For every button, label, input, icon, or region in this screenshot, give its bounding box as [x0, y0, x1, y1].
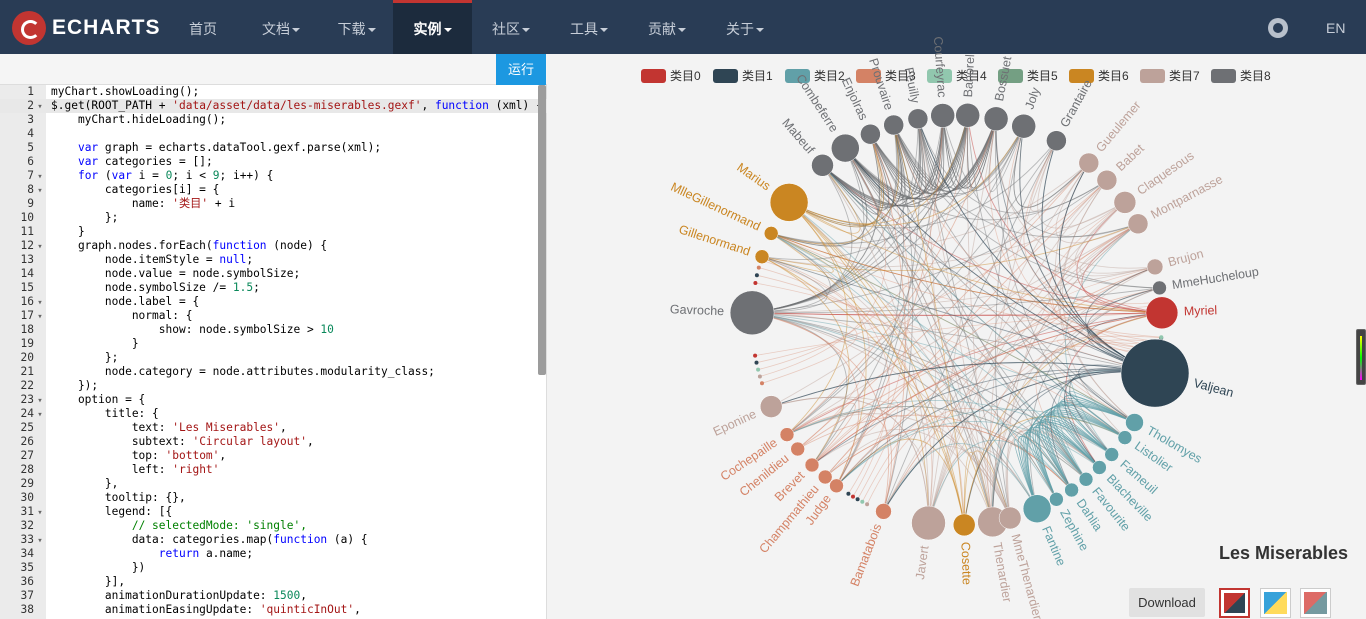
graph-node[interactable] [1113, 191, 1137, 214]
theme-light-swatch[interactable] [1260, 588, 1291, 618]
theme-dark-swatch[interactable] [1300, 588, 1331, 618]
graph-node[interactable] [1078, 472, 1094, 487]
legend-label: 类目8 [1240, 69, 1271, 83]
legend-item[interactable]: 类目7 [1140, 69, 1200, 83]
graph-node[interactable] [983, 106, 1009, 132]
graph-node[interactable] [1022, 494, 1052, 523]
legend-item[interactable]: 类目2 [785, 69, 845, 83]
graph-node-small[interactable] [753, 353, 758, 358]
graph-node-label: Babet [1113, 141, 1147, 174]
graph-node-label: Marius [734, 160, 773, 193]
chart-title: Les Miserables [1219, 543, 1349, 563]
graph-node-label: Joly [1022, 85, 1043, 111]
graph-node-label: MmeHucheloup [1171, 265, 1260, 293]
graph-node-label: Valjean [1192, 376, 1235, 400]
graph-node-label: Gavroche [670, 302, 725, 318]
legend-label: 类目5 [1027, 69, 1058, 83]
graph-node-small[interactable] [855, 497, 860, 502]
download-button[interactable]: Download [1129, 588, 1205, 617]
legend-swatch [641, 69, 666, 83]
graph-node-label: Bahorel [961, 54, 977, 98]
graph-node[interactable] [1064, 482, 1079, 498]
graph-node-label: Mabeuf [779, 116, 817, 157]
graph-node-label: Myriel [1184, 303, 1218, 318]
graph-node-small[interactable] [860, 499, 865, 504]
graph-node[interactable] [907, 108, 929, 130]
graph-node-small[interactable] [851, 494, 855, 499]
graph-node[interactable] [811, 154, 834, 177]
graph-node-label: Bamatabois [848, 522, 885, 589]
legend-item[interactable]: 类目1 [713, 69, 773, 83]
legend-item[interactable]: 类目0 [641, 69, 701, 83]
graph-node-label: Feuilly [902, 66, 923, 105]
graph-node[interactable] [763, 226, 779, 241]
graph-node-label: Eponine [711, 407, 759, 439]
graph-node-label: Grantaire [1057, 77, 1095, 129]
graph-node[interactable] [1152, 280, 1167, 296]
legend-swatch [1211, 69, 1236, 83]
graph-node[interactable] [860, 123, 881, 145]
graph-node[interactable] [1096, 169, 1118, 191]
graph-node[interactable] [729, 290, 775, 336]
graph-node[interactable] [1117, 430, 1133, 445]
les-miserables-graph-chart[interactable]: 类目0 类目1 类目2 类目3 类目4 类目5 类目6 类目7 类目8MyrielMmeHuch… [0, 0, 1366, 619]
graph-node[interactable] [831, 133, 860, 163]
graph-node-small[interactable] [753, 281, 758, 285]
graph-node-label: Prouvaire [866, 57, 896, 112]
graph-node-small[interactable] [756, 265, 761, 270]
legend-label: 类目7 [1169, 69, 1200, 83]
side-panel-handle[interactable] [1356, 329, 1366, 385]
graph-node[interactable] [1120, 338, 1190, 408]
graph-node[interactable] [875, 503, 892, 520]
graph-node[interactable] [1127, 213, 1149, 235]
graph-node[interactable] [1125, 413, 1144, 432]
graph-node[interactable] [1104, 447, 1119, 462]
graph-node[interactable] [1011, 113, 1036, 139]
graph-node[interactable] [1145, 296, 1179, 330]
graph-node-small[interactable] [754, 273, 759, 278]
graph-node-small[interactable] [756, 367, 761, 372]
graph-node-label: Fantine [1039, 524, 1068, 568]
legend-label: 类目0 [670, 69, 701, 83]
graph-node[interactable] [779, 427, 795, 442]
theme-default-swatch[interactable] [1219, 588, 1250, 618]
graph-node-label: MmeThenardier [1008, 532, 1044, 619]
legend-label: 类目1 [742, 69, 773, 83]
graph-node-label: Gillenormand [677, 222, 752, 258]
graph-node[interactable] [1046, 130, 1067, 151]
legend-label: 类目6 [1098, 69, 1129, 83]
graph-node-label: Javert [913, 544, 932, 580]
graph-node[interactable] [1078, 152, 1100, 174]
graph-node[interactable] [804, 457, 820, 473]
graph-node[interactable] [769, 183, 809, 222]
graph-node[interactable] [817, 469, 833, 485]
graph-node[interactable] [955, 103, 980, 128]
graph-node[interactable] [754, 249, 770, 264]
legend-swatch [1140, 69, 1165, 83]
graph-node-small[interactable] [865, 502, 870, 507]
graph-node[interactable] [1092, 460, 1107, 475]
graph-node[interactable] [911, 505, 946, 541]
graph-node-small[interactable] [757, 374, 762, 379]
graph-node-label: Thenardier [990, 541, 1014, 603]
graph-node-small[interactable] [754, 360, 759, 365]
graph-node[interactable] [952, 513, 976, 537]
graph-node-label: Cosette [958, 542, 973, 586]
graph-node-small[interactable] [1159, 335, 1164, 340]
legend-item[interactable]: 类目8 [1211, 69, 1271, 83]
graph-node[interactable] [829, 478, 844, 494]
graph-node[interactable] [790, 441, 805, 457]
graph-node[interactable] [759, 395, 783, 418]
graph-node[interactable] [998, 506, 1022, 530]
legend-item[interactable]: 类目6 [1069, 69, 1129, 83]
graph-node-small[interactable] [760, 381, 764, 386]
graph-node-label: Courfeyrac [931, 36, 949, 98]
graph-node[interactable] [1049, 492, 1064, 507]
graph-node-small[interactable] [846, 491, 851, 496]
legend-swatch [713, 69, 738, 83]
graph-node-label: Brujon [1167, 246, 1206, 269]
graph-node[interactable] [883, 114, 904, 136]
graph-node[interactable] [930, 103, 955, 128]
graph-node[interactable] [1146, 258, 1164, 276]
